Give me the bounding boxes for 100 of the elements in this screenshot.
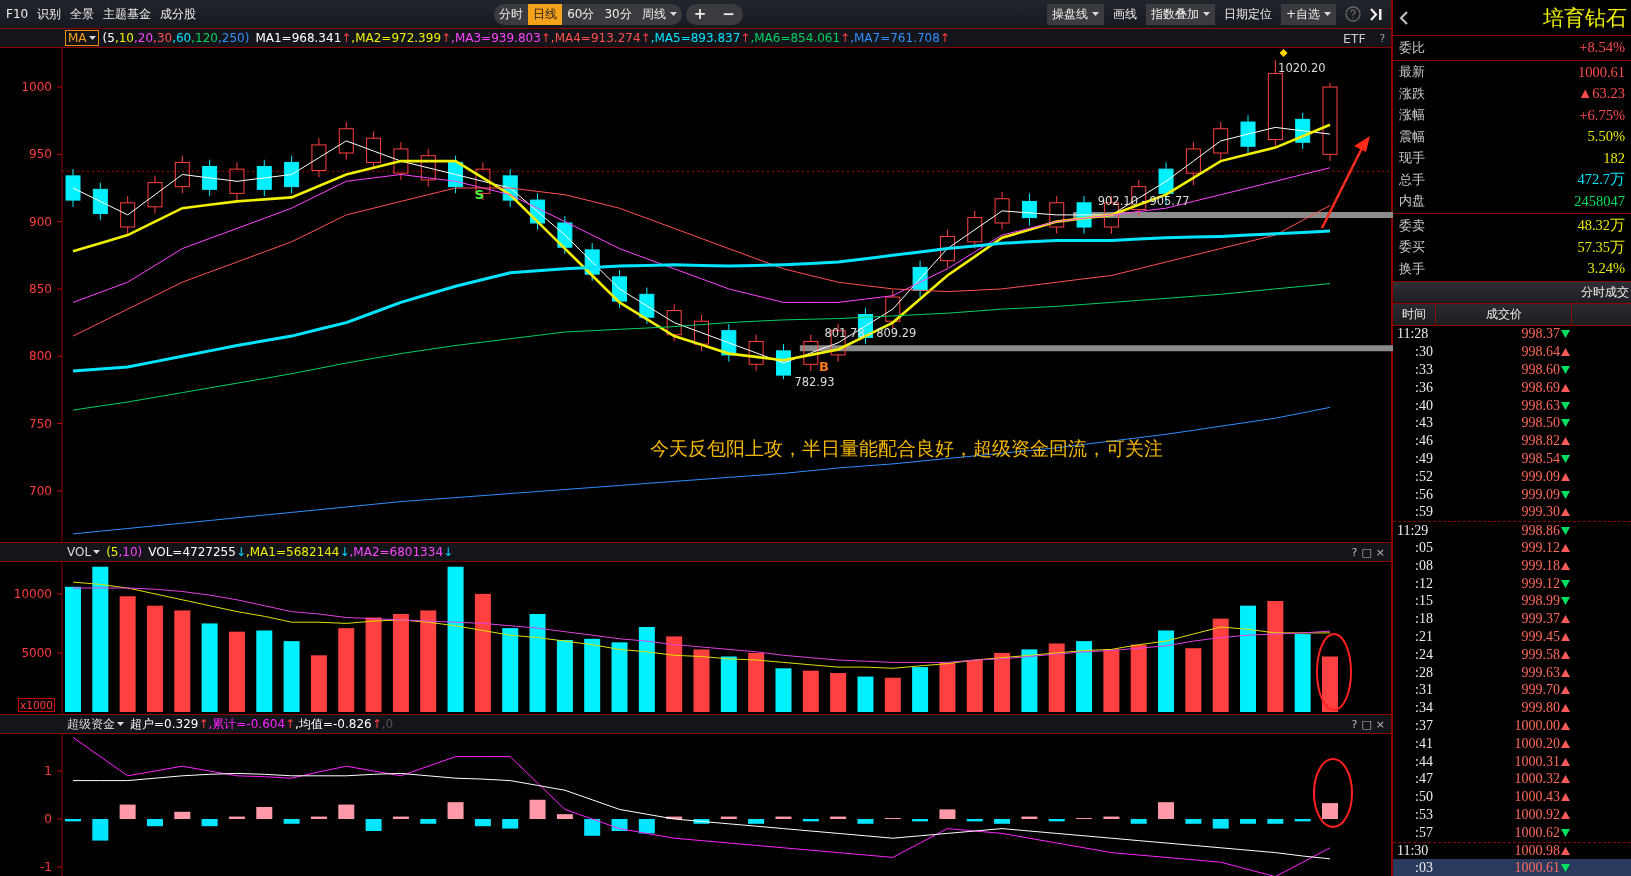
trend-arrow-text: ↓: [443, 545, 454, 559]
back-icon[interactable]: [1399, 10, 1409, 25]
candlestick: [557, 215, 573, 255]
trade-row[interactable]: :18 999.37: [1393, 610, 1631, 629]
axis-label: 800: [29, 349, 52, 364]
toolbar-link[interactable]: 成分股: [160, 5, 197, 23]
trade-row[interactable]: :34 999.80: [1393, 699, 1631, 718]
toolbar-button[interactable]: 日期定位: [1218, 3, 1277, 25]
panel-control[interactable]: ?: [1351, 545, 1358, 559]
period-tab[interactable]: 分时: [494, 3, 529, 25]
trend-arrow-text: ↓: [235, 545, 246, 559]
trade-price: 1000.61: [1513, 860, 1560, 876]
etf-label: ETF: [1342, 30, 1366, 46]
trade-row[interactable]: :53 1000.92: [1393, 806, 1631, 824]
zoom-button[interactable]: +: [685, 3, 715, 25]
trade-row[interactable]: 11:28 998.37: [1393, 325, 1631, 344]
period-tab[interactable]: 周线: [636, 3, 682, 25]
indicator-value: ,MA7=761.708: [850, 31, 940, 45]
stat-value: 182: [1603, 149, 1625, 167]
trade-time: :50: [1414, 789, 1434, 806]
axis-label: -1: [40, 860, 52, 874]
trade-row[interactable]: :44 1000.31: [1393, 752, 1631, 771]
parameter-text: ,30: [153, 31, 173, 45]
indicator-selector[interactable]: VOL: [65, 545, 103, 559]
period-tab[interactable]: 30分: [599, 3, 637, 25]
trade-row[interactable]: :56 999.09: [1393, 485, 1631, 504]
indicator-selector[interactable]: 超级资金: [65, 715, 126, 733]
panel-control[interactable]: □: [1361, 545, 1372, 559]
trend-arrow-text: ↑: [540, 31, 551, 45]
trade-row[interactable]: :37 1000.00: [1393, 717, 1631, 735]
trade-row[interactable]: :52 999.09: [1393, 467, 1631, 486]
trade-row[interactable]: :05 999.12: [1393, 539, 1631, 557]
help-link[interactable]: ?: [1379, 32, 1385, 44]
collapse-icon[interactable]: [1370, 7, 1383, 21]
trade-row[interactable]: :50 1000.43: [1393, 788, 1631, 806]
indicator-selector[interactable]: MA: [65, 30, 99, 46]
highlight-ellipse: [1313, 758, 1353, 828]
toolbar-link[interactable]: 主题基金: [103, 5, 152, 23]
trade-row[interactable]: :03 1000.61: [1393, 859, 1631, 876]
trade-row[interactable]: :46 998.82: [1393, 432, 1631, 451]
trade-row[interactable]: :40 998.63: [1393, 396, 1631, 415]
indicator-value: ,MA6=854.061: [750, 31, 841, 45]
trade-row[interactable]: :12 999.12: [1393, 574, 1631, 593]
toolbar-button[interactable]: 指数叠加: [1145, 3, 1215, 25]
candlestick: [530, 192, 546, 231]
zoom-button[interactable]: −: [714, 3, 743, 25]
parameter-text: (5: [106, 545, 119, 559]
parameter-text: ,10): [118, 545, 143, 559]
trade-row[interactable]: :57 1000.62: [1393, 823, 1631, 842]
candlestick: [229, 161, 245, 201]
toolbar-button[interactable]: 操盘线: [1046, 3, 1104, 25]
column-header: 时间: [1393, 303, 1436, 325]
trade-price: 998.82: [1520, 433, 1560, 450]
trade-row[interactable]: :15 998.99: [1393, 592, 1631, 611]
trade-price: 999.37: [1520, 611, 1560, 628]
trade-time: :31: [1414, 682, 1434, 699]
axis-label: 850: [29, 281, 52, 296]
caret-icon: [1091, 12, 1099, 16]
candlestick: [65, 168, 81, 208]
candlestick: [202, 159, 218, 197]
axis-label: 750: [29, 416, 52, 431]
trade-row[interactable]: :33 998.60: [1393, 361, 1631, 379]
candlestick: [256, 159, 272, 197]
panel-control[interactable]: ?: [1351, 717, 1358, 731]
toolbar-button[interactable]: 画线: [1107, 3, 1142, 25]
toolbar-link[interactable]: F10: [6, 7, 29, 21]
trade-price: 1000.43: [1513, 789, 1560, 806]
trade-time: :21: [1414, 628, 1434, 645]
panel-control[interactable]: ×: [1375, 717, 1385, 731]
toolbar-button[interactable]: +自选: [1280, 3, 1336, 25]
trade-row[interactable]: :28 999.63: [1393, 663, 1631, 682]
help-icon[interactable]: [1345, 6, 1361, 22]
trade-row[interactable]: :36 998.69: [1393, 378, 1631, 397]
toolbar-link[interactable]: 全景: [70, 5, 95, 23]
stock-name: 培育钻石: [1543, 4, 1627, 32]
price-label: B: [819, 359, 829, 375]
trade-time: :34: [1414, 700, 1434, 717]
trade-row[interactable]: :31 999.70: [1393, 681, 1631, 700]
trend-arrow-text: ↑: [285, 717, 296, 731]
trade-row[interactable]: :59 999.30: [1393, 503, 1631, 522]
trade-row[interactable]: :30 998.64: [1393, 343, 1631, 362]
toolbar-link[interactable]: 识别: [37, 5, 62, 23]
trade-row[interactable]: :47 1000.32: [1393, 770, 1631, 789]
panel-control[interactable]: ×: [1375, 545, 1385, 559]
period-tab[interactable]: 60分: [562, 3, 600, 25]
trade-row[interactable]: :21 999.45: [1393, 628, 1631, 646]
trade-time: :44: [1414, 753, 1434, 770]
trade-row[interactable]: :24 999.58: [1393, 645, 1631, 664]
trade-row[interactable]: :49 998.54: [1393, 450, 1631, 468]
trade-row[interactable]: :41 1000.20: [1393, 734, 1631, 753]
axis-label: 950: [29, 147, 52, 162]
period-tab[interactable]: 日线: [528, 3, 563, 25]
indicator-value: 超户=0.329: [130, 715, 199, 733]
trade-row[interactable]: 11:29 998.86: [1393, 521, 1631, 540]
trade-row[interactable]: :08 999.18: [1393, 556, 1631, 575]
trade-price: 999.18: [1520, 557, 1560, 574]
trade-time: 11:30: [1396, 843, 1430, 859]
panel-control[interactable]: □: [1361, 717, 1372, 731]
trade-row[interactable]: :43 998.50: [1393, 414, 1631, 433]
candlestick: [694, 314, 709, 352]
